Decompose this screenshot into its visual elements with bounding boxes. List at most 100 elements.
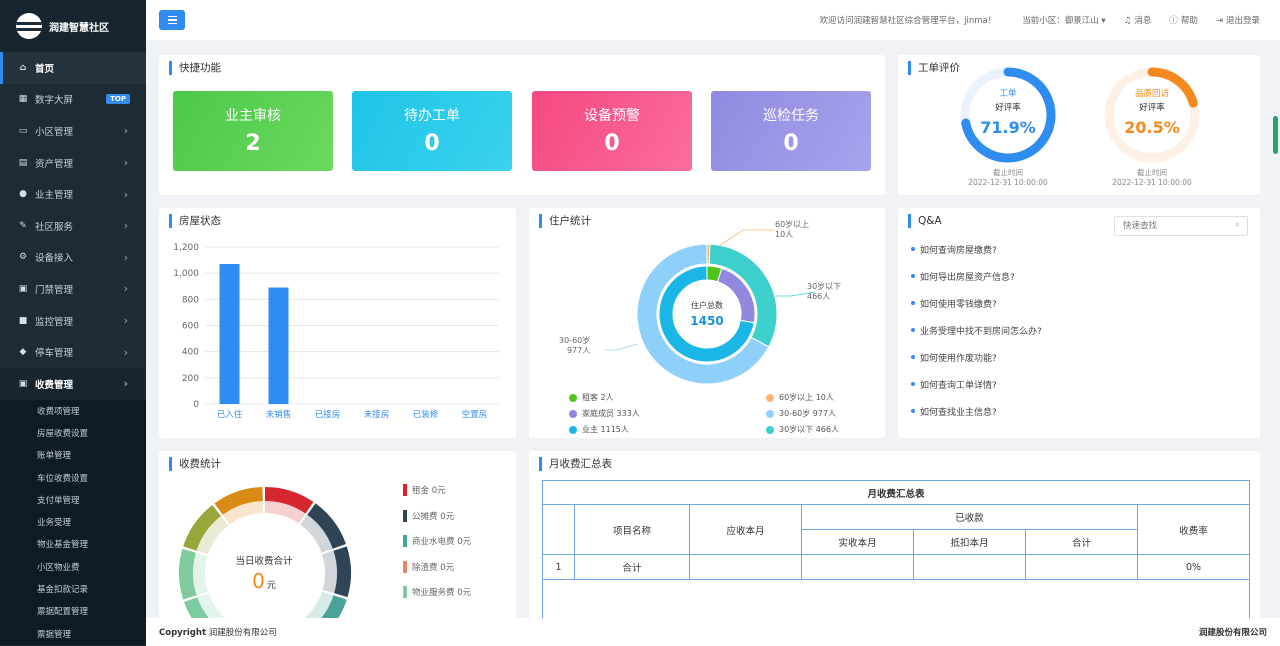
sidebar-item-0[interactable]: ⌂ 首页 xyxy=(0,52,146,84)
sidebar-item-label: 收费管理 xyxy=(35,379,74,391)
qa-item[interactable]: 如何导出房屋资产信息? xyxy=(911,270,1015,283)
y-tick-label: 1,000 xyxy=(173,269,199,279)
sidebar-item-5[interactable]: ✎ 社区服务 › xyxy=(0,210,146,242)
top-header: 欢迎访问润建智慧社区综合管理平台，jinma！ 当前小区：御景江山 ▾ ♫ 消息 … xyxy=(146,0,1280,40)
card-title: 工单评价 xyxy=(908,61,960,75)
qa-item[interactable]: 如何使用作废功能? xyxy=(911,351,997,364)
x-tick-label: 已入住 xyxy=(217,409,243,420)
legend-item: 30岁以下 466人 xyxy=(766,424,839,435)
help-link[interactable]: ⓘ 帮助 xyxy=(1169,14,1198,26)
menu-toggle-button[interactable] xyxy=(159,10,185,30)
qa-item[interactable]: 如何查询房屋缴费? xyxy=(911,243,997,256)
qa-item[interactable]: 如何查找业主信息? xyxy=(911,405,997,418)
sidebar-subitem[interactable]: 收费项管理 xyxy=(0,400,146,422)
sidebar-subitem[interactable]: 票据管理 xyxy=(0,623,146,645)
monthly-summary-card: 月收费汇总表 月收费汇总表 项目名称 应收本月 已收款 收费率 实收本月 抵扣本… xyxy=(529,451,1260,618)
legend-swatch xyxy=(403,586,407,598)
callout-label: 30-60岁 977人 xyxy=(559,336,591,355)
quick-device-alerts[interactable]: 设备预警 0 xyxy=(532,91,692,171)
table-header-offset: 抵扣本月 xyxy=(913,529,1026,555)
chevron-right-icon: › xyxy=(123,345,128,359)
gauge-sub: 好评率 xyxy=(1139,103,1165,113)
x-tick-label: 未销售 xyxy=(266,409,292,420)
sidebar-subitem[interactable]: 票据配置管理 xyxy=(0,600,146,622)
money-icon: ▣ xyxy=(18,378,28,389)
sidebar-subitem[interactable]: 基金扣款记录 xyxy=(0,578,146,600)
edit-icon: ✎ xyxy=(19,220,27,231)
sidebar-item-label: 社区服务 xyxy=(35,221,74,233)
qa-search-input[interactable] xyxy=(1123,217,1231,235)
fee-slice-inner xyxy=(193,552,208,596)
copyright-text: 润建股份有限公司 xyxy=(208,628,277,638)
table-cell xyxy=(689,554,802,580)
search-icon[interactable]: ⌕ xyxy=(1235,220,1240,230)
sidebar-subitem[interactable]: 小区物业费 xyxy=(0,556,146,578)
sidebar-item-label: 资产管理 xyxy=(35,158,74,170)
fee-stats-card: 收费统计 当日收费合计 0元 租金 0元 公摊费 0元 商业水电费 0元 除渣费 0元… xyxy=(159,451,516,618)
work-order-eval-card: 工单评价 工单 好评率 71.9% 截止时间 2022-12-31 10:00:… xyxy=(898,55,1260,195)
fee-legend-item: 公摊费 0元 xyxy=(403,509,454,522)
sidebar-item-2[interactable]: ▭ 小区管理 › xyxy=(0,115,146,147)
sidebar-item-label: 数字大屏 xyxy=(35,95,74,107)
y-tick-label: 400 xyxy=(182,348,199,358)
sidebar-item-9[interactable]: ◆ 停车管理 › xyxy=(0,336,146,368)
bar-已入住 xyxy=(219,264,240,404)
sidebar-subitem[interactable]: 业务受理 xyxy=(0,511,146,533)
qa-item[interactable]: 如何查询工单详情? xyxy=(911,378,997,391)
y-tick-label: 0 xyxy=(193,400,199,410)
logout-link[interactable]: ⇥ 退出登录 xyxy=(1216,14,1260,26)
callout-line xyxy=(718,229,775,247)
resident-total-value: 1450 xyxy=(690,314,724,328)
quick-owner-review[interactable]: 业主审核 2 xyxy=(173,91,333,171)
table-cell: 0% xyxy=(1137,554,1250,580)
bar-未销售 xyxy=(268,287,289,404)
sidebar-item-label: 首页 xyxy=(35,63,55,75)
legend-label: 业主 1115人 xyxy=(582,425,629,434)
sidebar-subitem[interactable]: 账单管理 xyxy=(0,444,146,466)
document-icon: ▤ xyxy=(18,157,28,168)
home-icon: ⌂ xyxy=(19,62,27,73)
legend-swatch xyxy=(569,393,577,402)
sidebar-item-label: 小区管理 xyxy=(35,126,74,138)
table-empty-area xyxy=(542,579,1250,618)
welcome-text: 欢迎访问润建智慧社区综合管理平台，jinma！ xyxy=(819,16,997,26)
table-cell: 合计 xyxy=(574,554,690,580)
fee-legend-item: 商业水电费 0元 xyxy=(403,535,471,547)
footer: Copyright 润建股份有限公司 润建股份有限公司 xyxy=(146,618,1280,646)
chevron-right-icon: › xyxy=(123,124,128,138)
legend-label: 家庭成员 333人 xyxy=(582,409,640,418)
sidebar-subitem[interactable]: 物业基金管理 xyxy=(0,533,146,555)
sidebar-item-10[interactable]: ▣ 收费管理 › xyxy=(0,367,146,400)
qa-item[interactable]: 如何使用零钱缴费? xyxy=(911,297,997,310)
sidebar-subitem[interactable]: 车位收费设置 xyxy=(0,466,146,488)
messages-link[interactable]: ♫ 消息 xyxy=(1124,14,1152,26)
resident-total-label: 住户总数 xyxy=(691,301,723,310)
table-header-actual: 实收本月 xyxy=(801,529,914,555)
quick-inspection-tasks[interactable]: 巡检任务 0 xyxy=(711,91,871,171)
sidebar-item-7[interactable]: ▣ 门禁管理 › xyxy=(0,273,146,305)
qa-item[interactable]: 业务受理中找不到房间怎么办? xyxy=(911,324,1042,337)
quick-pending-orders[interactable]: 待办工单 0 xyxy=(352,91,512,171)
legend-item: 家庭成员 333人 xyxy=(569,408,640,419)
gauge-value: 71.9% xyxy=(980,118,1036,137)
table-header-rate: 收费率 xyxy=(1137,504,1250,555)
x-tick-label: 空置房 xyxy=(462,409,488,420)
sidebar-subitem[interactable]: 支付单管理 xyxy=(0,489,146,511)
callout-label: 30岁以下 466人 xyxy=(807,282,842,301)
app-logo[interactable]: 润建智慧社区 xyxy=(0,0,146,52)
sidebar-subitem[interactable]: 房屋收费设置 xyxy=(0,422,146,444)
gauge-time: 2022-12-31 10:00:00 xyxy=(968,178,1048,187)
sidebar-item-3[interactable]: ▤ 资产管理 › xyxy=(0,147,146,179)
sidebar-item-1[interactable]: ▦ 数字大屏 TOP xyxy=(0,84,146,116)
legend-label: 租客 2人 xyxy=(582,393,614,402)
legend-swatch xyxy=(766,425,774,434)
community-select[interactable]: 当前小区：御景江山 ▾ xyxy=(1022,14,1105,26)
fee-legend-item: 除渣费 0元 xyxy=(403,560,454,573)
page-scrollbar[interactable] xyxy=(1273,116,1278,154)
qa-search-box[interactable]: ⌕ xyxy=(1114,216,1248,236)
legend-label: 60岁以上 10人 xyxy=(779,393,834,402)
sidebar-item-6[interactable]: ⚙ 设备接入 › xyxy=(0,242,146,274)
legend-label: 物业服务费 0元 xyxy=(412,588,472,598)
sidebar-item-4[interactable]: ● 业主管理 › xyxy=(0,178,146,210)
sidebar-item-8[interactable]: ■ 监控管理 › xyxy=(0,305,146,337)
